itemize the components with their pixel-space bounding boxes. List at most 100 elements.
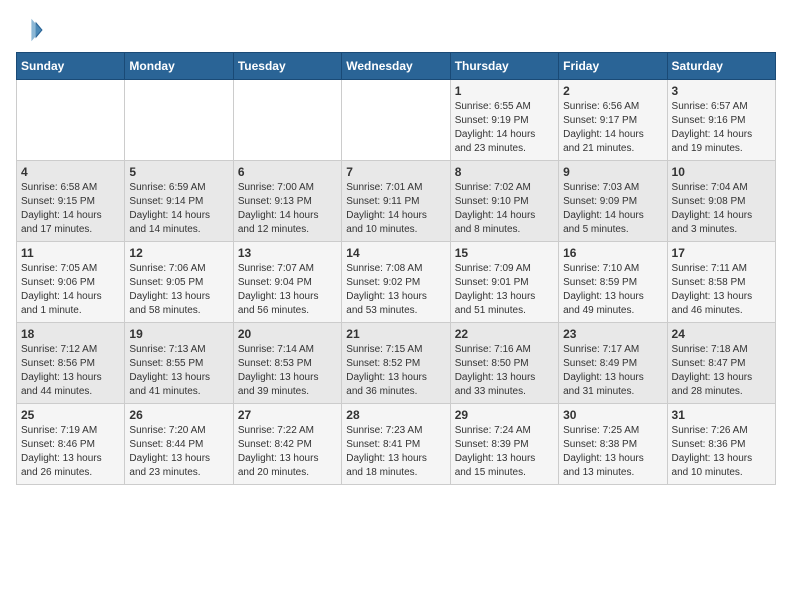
column-header-monday: Monday: [125, 53, 233, 80]
day-number: 21: [346, 327, 445, 341]
calendar-cell: 26 Sunrise: 7:20 AM Sunset: 8:44 PM Dayli…: [125, 404, 233, 485]
calendar-cell: 23Sunrise: 7:17 AM Sunset: 8:49 PM Dayli…: [559, 323, 667, 404]
calendar-cell: 6 Sunrise: 7:00 AM Sunset: 9:13 PM Daylig…: [233, 161, 341, 242]
calendar-cell: 4 Sunrise: 6:58 AM Sunset: 9:15 PM Daylig…: [17, 161, 125, 242]
calendar-cell: 7 Sunrise: 7:01 AM Sunset: 9:11 PM Daylig…: [342, 161, 450, 242]
calendar-cell: 3Sunrise: 6:57 AM Sunset: 9:16 PM Daylig…: [667, 80, 775, 161]
header: [16, 16, 776, 44]
day-number: 11: [21, 246, 120, 260]
header-row: SundayMondayTuesdayWednesdayThursdayFrid…: [17, 53, 776, 80]
column-header-tuesday: Tuesday: [233, 53, 341, 80]
calendar-cell: 31 Sunrise: 7:26 AM Sunset: 8:36 PM Dayli…: [667, 404, 775, 485]
day-number: 10: [672, 165, 771, 179]
calendar-cell: 2Sunrise: 6:56 AM Sunset: 9:17 PM Daylig…: [559, 80, 667, 161]
column-header-sunday: Sunday: [17, 53, 125, 80]
calendar-cell: 1Sunrise: 6:55 AM Sunset: 9:19 PM Daylig…: [450, 80, 558, 161]
week-row-5: 25 Sunrise: 7:19 AM Sunset: 8:46 PM Dayli…: [17, 404, 776, 485]
calendar-cell: 16 Sunrise: 7:10 AM Sunset: 8:59 PM Dayli…: [559, 242, 667, 323]
day-info: Sunrise: 6:55 AM Sunset: 9:19 PM Dayligh…: [455, 100, 554, 156]
calendar-cell: [342, 80, 450, 161]
calendar-cell: 9Sunrise: 7:03 AM Sunset: 9:09 PM Daylig…: [559, 161, 667, 242]
day-info: Sunrise: 7:23 AM Sunset: 8:41 PM Dayligh…: [346, 424, 445, 480]
calendar-cell: 15 Sunrise: 7:09 AM Sunset: 9:01 PM Dayli…: [450, 242, 558, 323]
day-info: Sunrise: 7:22 AM Sunset: 8:42 PM Dayligh…: [238, 424, 337, 480]
day-info: Sunrise: 7:09 AM Sunset: 9:01 PM Dayligh…: [455, 262, 554, 318]
calendar-cell: 22 Sunrise: 7:16 AM Sunset: 8:50 PM Dayli…: [450, 323, 558, 404]
week-row-1: 1Sunrise: 6:55 AM Sunset: 9:19 PM Daylig…: [17, 80, 776, 161]
day-info: Sunrise: 7:20 AM Sunset: 8:44 PM Dayligh…: [129, 424, 228, 480]
calendar-cell: 21 Sunrise: 7:15 AM Sunset: 8:52 PM Dayli…: [342, 323, 450, 404]
day-info: Sunrise: 7:03 AM Sunset: 9:09 PM Dayligh…: [563, 181, 662, 237]
week-row-2: 4 Sunrise: 6:58 AM Sunset: 9:15 PM Daylig…: [17, 161, 776, 242]
day-number: 4: [21, 165, 120, 179]
day-number: 28: [346, 408, 445, 422]
day-number: 22: [455, 327, 554, 341]
calendar-cell: 18Sunrise: 7:12 AM Sunset: 8:56 PM Dayli…: [17, 323, 125, 404]
day-info: Sunrise: 7:07 AM Sunset: 9:04 PM Dayligh…: [238, 262, 337, 318]
day-number: 19: [129, 327, 228, 341]
day-info: Sunrise: 7:25 AM Sunset: 8:38 PM Dayligh…: [563, 424, 662, 480]
calendar-cell: 28 Sunrise: 7:23 AM Sunset: 8:41 PM Dayli…: [342, 404, 450, 485]
calendar-cell: 17 Sunrise: 7:11 AM Sunset: 8:58 PM Dayli…: [667, 242, 775, 323]
day-number: 30: [563, 408, 662, 422]
day-info: Sunrise: 7:11 AM Sunset: 8:58 PM Dayligh…: [672, 262, 771, 318]
day-number: 8: [455, 165, 554, 179]
day-info: Sunrise: 7:08 AM Sunset: 9:02 PM Dayligh…: [346, 262, 445, 318]
day-number: 14: [346, 246, 445, 260]
calendar-cell: [233, 80, 341, 161]
calendar-cell: 30 Sunrise: 7:25 AM Sunset: 8:38 PM Dayli…: [559, 404, 667, 485]
day-number: 13: [238, 246, 337, 260]
day-info: Sunrise: 7:26 AM Sunset: 8:36 PM Dayligh…: [672, 424, 771, 480]
day-info: Sunrise: 7:18 AM Sunset: 8:47 PM Dayligh…: [672, 343, 771, 399]
day-number: 7: [346, 165, 445, 179]
day-number: 5: [129, 165, 228, 179]
calendar-table: SundayMondayTuesdayWednesdayThursdayFrid…: [16, 52, 776, 485]
day-number: 15: [455, 246, 554, 260]
day-info: Sunrise: 7:24 AM Sunset: 8:39 PM Dayligh…: [455, 424, 554, 480]
logo: [16, 16, 48, 44]
calendar-cell: [125, 80, 233, 161]
calendar-cell: 5 Sunrise: 6:59 AM Sunset: 9:14 PM Daylig…: [125, 161, 233, 242]
day-info: Sunrise: 7:00 AM Sunset: 9:13 PM Dayligh…: [238, 181, 337, 237]
logo-icon: [16, 16, 44, 44]
day-number: 3: [672, 84, 771, 98]
day-number: 2: [563, 84, 662, 98]
day-number: 27: [238, 408, 337, 422]
calendar-cell: 8 Sunrise: 7:02 AM Sunset: 9:10 PM Daylig…: [450, 161, 558, 242]
column-header-wednesday: Wednesday: [342, 53, 450, 80]
day-number: 17: [672, 246, 771, 260]
calendar-cell: 10 Sunrise: 7:04 AM Sunset: 9:08 PM Dayli…: [667, 161, 775, 242]
day-info: Sunrise: 6:58 AM Sunset: 9:15 PM Dayligh…: [21, 181, 120, 237]
day-info: Sunrise: 6:59 AM Sunset: 9:14 PM Dayligh…: [129, 181, 228, 237]
day-number: 29: [455, 408, 554, 422]
day-info: Sunrise: 7:15 AM Sunset: 8:52 PM Dayligh…: [346, 343, 445, 399]
day-info: Sunrise: 7:16 AM Sunset: 8:50 PM Dayligh…: [455, 343, 554, 399]
column-header-saturday: Saturday: [667, 53, 775, 80]
calendar-cell: 14 Sunrise: 7:08 AM Sunset: 9:02 PM Dayli…: [342, 242, 450, 323]
day-number: 18: [21, 327, 120, 341]
day-info: Sunrise: 7:14 AM Sunset: 8:53 PM Dayligh…: [238, 343, 337, 399]
day-number: 26: [129, 408, 228, 422]
day-info: Sunrise: 7:05 AM Sunset: 9:06 PM Dayligh…: [21, 262, 120, 318]
day-info: Sunrise: 7:04 AM Sunset: 9:08 PM Dayligh…: [672, 181, 771, 237]
day-number: 24: [672, 327, 771, 341]
day-info: Sunrise: 7:01 AM Sunset: 9:11 PM Dayligh…: [346, 181, 445, 237]
day-number: 6: [238, 165, 337, 179]
calendar-cell: 25 Sunrise: 7:19 AM Sunset: 8:46 PM Dayli…: [17, 404, 125, 485]
calendar-cell: 24 Sunrise: 7:18 AM Sunset: 8:47 PM Dayli…: [667, 323, 775, 404]
calendar-cell: 29 Sunrise: 7:24 AM Sunset: 8:39 PM Dayli…: [450, 404, 558, 485]
calendar-cell: 12 Sunrise: 7:06 AM Sunset: 9:05 PM Dayli…: [125, 242, 233, 323]
calendar-cell: 13 Sunrise: 7:07 AM Sunset: 9:04 PM Dayli…: [233, 242, 341, 323]
week-row-3: 11 Sunrise: 7:05 AM Sunset: 9:06 PM Dayli…: [17, 242, 776, 323]
calendar-cell: 19Sunrise: 7:13 AM Sunset: 8:55 PM Dayli…: [125, 323, 233, 404]
column-header-thursday: Thursday: [450, 53, 558, 80]
day-info: Sunrise: 7:17 AM Sunset: 8:49 PM Dayligh…: [563, 343, 662, 399]
day-info: Sunrise: 7:06 AM Sunset: 9:05 PM Dayligh…: [129, 262, 228, 318]
day-number: 16: [563, 246, 662, 260]
day-info: Sunrise: 7:02 AM Sunset: 9:10 PM Dayligh…: [455, 181, 554, 237]
day-number: 25: [21, 408, 120, 422]
day-number: 31: [672, 408, 771, 422]
day-info: Sunrise: 7:10 AM Sunset: 8:59 PM Dayligh…: [563, 262, 662, 318]
day-number: 12: [129, 246, 228, 260]
day-info: Sunrise: 7:19 AM Sunset: 8:46 PM Dayligh…: [21, 424, 120, 480]
